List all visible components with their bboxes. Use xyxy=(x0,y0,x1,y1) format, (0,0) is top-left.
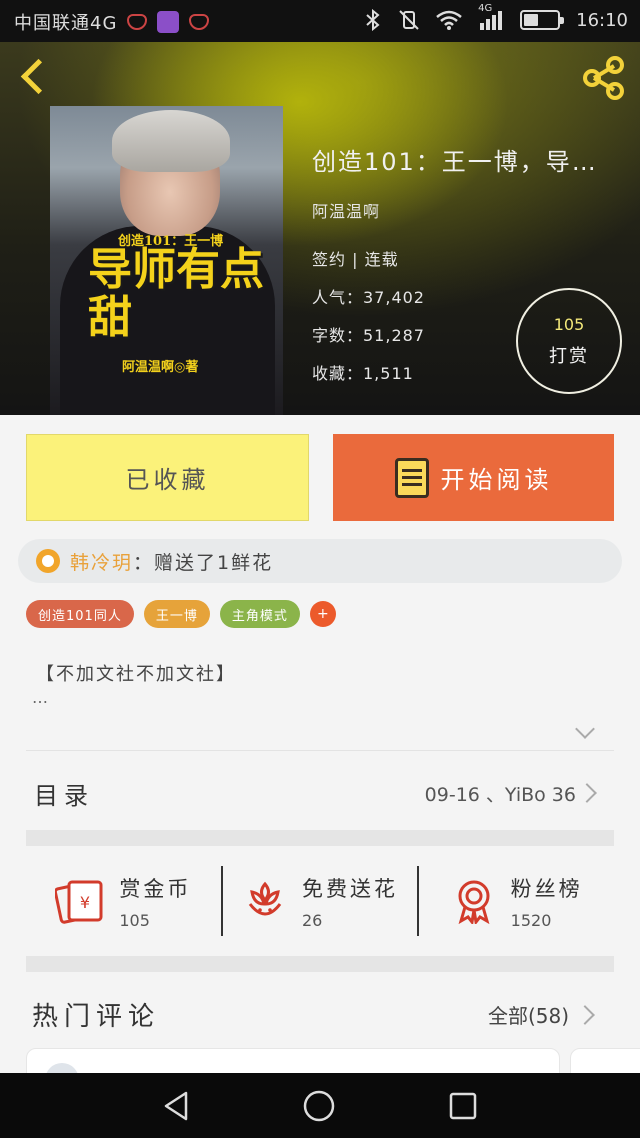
book-popularity: 人气：37,402 xyxy=(312,288,425,307)
expand-description-button[interactable] xyxy=(574,722,596,744)
stat-label: 免费送花 xyxy=(302,876,398,901)
notice-user[interactable]: 韩冷玥 xyxy=(70,548,133,575)
cover-figure-hair xyxy=(112,110,230,172)
back-button[interactable] xyxy=(16,56,56,100)
book-favorites: 收藏：1,511 xyxy=(312,364,414,383)
tip-count: 105 xyxy=(553,314,585,334)
description-ellipsis: … xyxy=(32,688,48,707)
book-word-count: 字数：51,287 xyxy=(312,326,425,345)
medal-icon xyxy=(458,880,490,924)
collected-label: 已收藏 xyxy=(125,466,210,494)
chevron-right-icon xyxy=(577,783,597,803)
stat-value: 26 xyxy=(302,910,323,930)
collected-button[interactable]: 已收藏 xyxy=(26,434,309,521)
recent-square-icon xyxy=(449,1092,477,1120)
start-reading-button[interactable]: 开始阅读 xyxy=(333,434,614,521)
add-tag-button[interactable]: + xyxy=(309,601,336,627)
megaphone-icon xyxy=(36,549,60,573)
red-envelope-icon: ¥ xyxy=(55,880,103,924)
free-flowers-stat[interactable]: 免费送花 26 xyxy=(220,866,418,936)
reward-coins-stat[interactable]: ¥ 赏金币 105 xyxy=(26,866,221,936)
status-bar: 中国联通4G 4G 16:10 xyxy=(0,0,640,42)
reward-coins-text: 赏金币 105 xyxy=(119,873,191,930)
book-cover[interactable]: 创造101：王一博 导师有点甜 阿温温啊◎著 xyxy=(50,106,283,415)
section-separator xyxy=(26,956,614,972)
toc-title: 目录 xyxy=(34,782,94,810)
status-right: 4G 16:10 xyxy=(364,3,628,31)
book-status: 签约 | 连载 xyxy=(312,250,399,269)
tip-label: 打赏 xyxy=(549,345,589,367)
tip-button[interactable]: 105 打赏 xyxy=(516,288,622,394)
clock: 16:10 xyxy=(576,9,628,31)
section-separator xyxy=(26,830,614,846)
signal-icon: 4G xyxy=(478,3,504,31)
flower-icon xyxy=(248,881,282,916)
stat-label: 粉丝榜 xyxy=(510,876,583,901)
bluetooth-icon xyxy=(366,9,380,31)
tag-item[interactable]: 创造101同人 xyxy=(26,600,134,628)
notice-text: ：赠送了1鲜花 xyxy=(133,551,274,574)
back-triangle-icon xyxy=(164,1091,188,1121)
nav-recent-button[interactable] xyxy=(446,1089,480,1123)
divider xyxy=(26,750,614,751)
table-of-contents-row[interactable]: 目录 09-16 、YiBo 36 xyxy=(26,760,614,824)
stats-row: ¥ 赏金币 105 免费送花 26 粉丝榜 1520 xyxy=(26,846,614,956)
teacup-icon xyxy=(127,14,148,30)
nav-back-button[interactable] xyxy=(160,1089,194,1123)
battery-level xyxy=(524,14,539,26)
chevron-right-icon xyxy=(575,1005,595,1025)
teacup-icon xyxy=(189,14,210,30)
stat-label: 赏金币 xyxy=(119,876,192,901)
tag-list: 创造101同人 王一博 主角模式 + xyxy=(26,600,336,628)
share-icon xyxy=(583,56,624,100)
carrier-label: 中国联通4G xyxy=(14,13,118,34)
tag-item[interactable]: 王一博 xyxy=(143,600,210,628)
cover-title: 导师有点甜 xyxy=(88,244,264,343)
free-flowers-text: 免费送花 26 xyxy=(302,873,398,930)
system-nav-bar xyxy=(0,1073,640,1138)
fan-ranking-stat[interactable]: 粉丝榜 1520 xyxy=(417,866,614,936)
gift-notice: 韩冷玥 ：赠送了1鲜花 xyxy=(18,539,622,583)
svg-text:¥: ¥ xyxy=(80,893,90,912)
home-circle-icon xyxy=(303,1090,335,1122)
book-description: 【不加文社不加文社】 xyxy=(36,664,236,685)
share-button[interactable] xyxy=(580,54,628,102)
all-comments-label: 全部(58) xyxy=(488,1004,570,1028)
nav-home-button[interactable] xyxy=(302,1089,336,1123)
cover-author: 阿温温啊◎著 xyxy=(122,360,199,375)
toc-latest-chapter: 09-16 、YiBo 36 xyxy=(424,784,576,806)
gallery-icon xyxy=(157,11,180,33)
hot-comments-title: 热门评论 xyxy=(32,1002,161,1032)
vibrate-off-icon xyxy=(399,10,419,30)
tag-item[interactable]: 主角模式 xyxy=(219,600,300,628)
stat-value: 105 xyxy=(119,910,150,930)
book-header: 创造101：王一博 导师有点甜 阿温温啊◎著 创造101：王一博，导… 阿温温啊… xyxy=(0,42,640,415)
stat-value: 1520 xyxy=(510,910,552,930)
book-author[interactable]: 阿温温啊 xyxy=(312,198,380,222)
book-icon xyxy=(394,457,429,498)
battery-icon xyxy=(520,10,565,30)
wifi-icon xyxy=(436,10,462,30)
book-title: 创造101：王一博，导… xyxy=(312,148,598,176)
fan-ranking-text: 粉丝榜 1520 xyxy=(511,873,583,930)
start-reading-label: 开始阅读 xyxy=(440,466,553,494)
status-left: 中国联通4G xyxy=(14,9,210,35)
